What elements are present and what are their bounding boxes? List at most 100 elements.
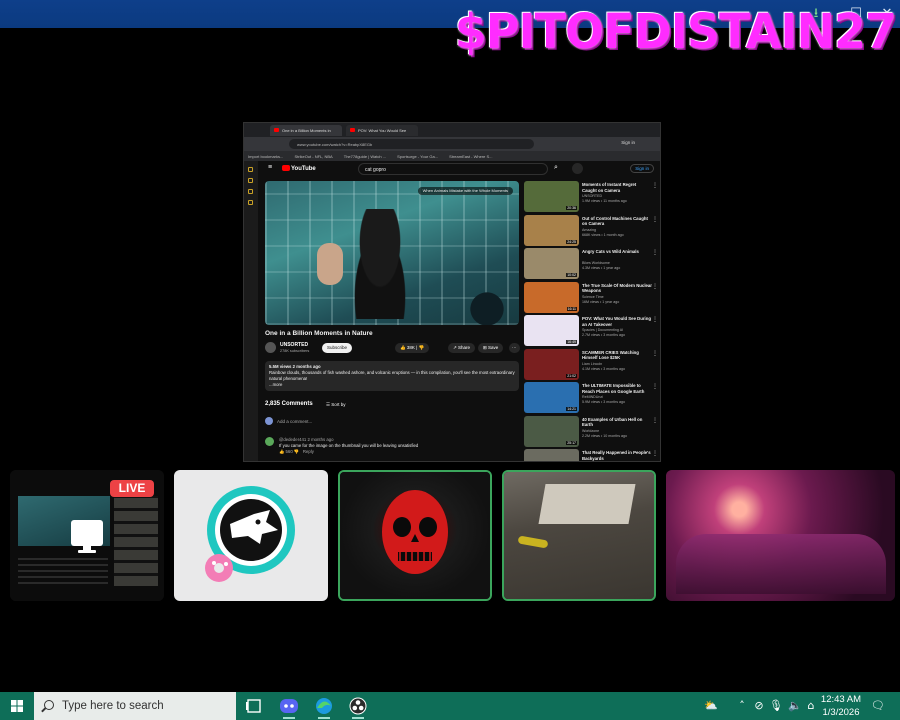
microphone-icon[interactable]: [572, 163, 583, 174]
recommendation-channel[interactable]: UNSORTED: [582, 194, 602, 198]
sidebar-icon[interactable]: [248, 189, 253, 194]
recommendation-title[interactable]: SCAMMER CRIES Watching Himself Lose $25K: [582, 350, 652, 361]
recommendation-title[interactable]: 40 Examples of Urban Hell on Earth: [582, 417, 652, 428]
browser-signin[interactable]: Sign in: [621, 140, 635, 145]
menu-icon[interactable]: ≡: [268, 164, 272, 171]
recommendation-channel[interactable]: Worldzone: [582, 429, 599, 433]
reply-button[interactable]: Reply: [303, 449, 314, 454]
recommendation-item[interactable]: That Really Happened in People's Backyar…: [524, 449, 660, 461]
recommendation-title[interactable]: Moments of Instant Regret Caught on Came…: [582, 182, 652, 193]
more-options-icon[interactable]: ⋮: [652, 249, 658, 256]
bookmark-item[interactable]: The778guide | Watch ...: [344, 154, 386, 159]
bookmark-item[interactable]: Sportsurge - Your Ga...: [397, 154, 438, 159]
more-options-icon[interactable]: ⋮: [652, 216, 658, 223]
save-button[interactable]: ⊞ Save: [478, 343, 504, 353]
more-options-icon[interactable]: ⋮: [652, 383, 658, 390]
browser-tab-1[interactable]: One in a Billion Moments in: [270, 125, 342, 136]
browser-tab-bar: One in a Billion Moments in POV: What Yo…: [244, 123, 660, 137]
taskbar-search-input[interactable]: Type here to search: [34, 692, 236, 720]
search-icon[interactable]: ⌕: [554, 164, 558, 172]
recommendation-title[interactable]: Angry Cats vs Wild Animals: [582, 249, 652, 255]
more-actions-button[interactable]: ⋯: [509, 343, 520, 353]
bookmark-item[interactable]: Import bookmarks...: [248, 154, 283, 159]
recommendation-thumbnail[interactable]: 25:17: [524, 415, 579, 447]
like-button[interactable]: 👍 38K | 👎: [395, 343, 430, 353]
youtube-logo[interactable]: YouTube: [282, 165, 316, 172]
recommendation-item[interactable]: 25:17 40 Examples of Urban Hell on Earth W…: [524, 415, 660, 450]
screen-share-window[interactable]: One in a Billion Moments in POV: What Yo…: [243, 122, 661, 462]
more-options-icon[interactable]: ⋮: [652, 283, 658, 290]
tile-avatar-user[interactable]: [174, 470, 328, 601]
url-field[interactable]: www.youtube.com/watch?v=ReabpX8EGb: [289, 139, 534, 149]
recommendation-item[interactable]: 24:25 Out of Control Machines Caught on C…: [524, 214, 660, 249]
recommendation-thumbnail[interactable]: 21:02: [524, 348, 579, 380]
channel-name[interactable]: UNSORTED: [280, 342, 308, 348]
save-label: Save: [488, 345, 499, 350]
weather-icon[interactable]: ⛅: [700, 692, 722, 720]
recommendation-views: 668K views • 1 month ago: [582, 232, 624, 237]
recommendation-title[interactable]: That Really Happened in People's Backyar…: [582, 450, 652, 461]
notifications-icon[interactable]: 🗨: [868, 692, 888, 720]
recommendation-item[interactable]: 20:36 Moments of Instant Regret Caught on…: [524, 181, 660, 215]
comment-like-count[interactable]: 560: [286, 449, 293, 454]
video-description[interactable]: 5.5M views 2 months ago Rainbow clouds, …: [265, 361, 519, 391]
start-button[interactable]: [0, 692, 34, 720]
recommendation-item[interactable]: 10:02 Angry Cats vs Wild Animals Bikes Wor…: [524, 248, 660, 282]
microphone-icon[interactable]: 🎙: [768, 692, 784, 720]
more-options-icon[interactable]: ⋮: [652, 450, 658, 457]
description-more[interactable]: ...more: [269, 382, 515, 388]
sidebar-icon[interactable]: [248, 200, 253, 205]
show-hidden-icons-chevron-icon[interactable]: ˄: [734, 692, 750, 720]
recommendation-thumbnail[interactable]: 16:11: [524, 281, 579, 313]
obs-taskbar-button[interactable]: [342, 692, 374, 720]
recommendation-title[interactable]: The ULTIMATE Impossible to Reach Places …: [582, 383, 652, 394]
youtube-search-input[interactable]: cat gopro: [358, 163, 548, 175]
recommendation-item[interactable]: 16:11 The True Scale Of Modern Nuclear We…: [524, 281, 660, 316]
recommendation-channel[interactable]: Liam Lincoln: [582, 362, 602, 366]
more-options-icon[interactable]: ⋮: [652, 350, 658, 357]
network-icon[interactable]: ⌂: [804, 692, 818, 720]
recommendation-channel[interactable]: ReMINDUnzi: [582, 395, 603, 399]
subscribe-button[interactable]: Subscribe: [322, 343, 352, 353]
sidebar-icon[interactable]: [248, 167, 253, 172]
recommendation-item[interactable]: 14:21 The ULTIMATE Impossible to Reach Pl…: [524, 382, 660, 416]
browser-tab-2[interactable]: POV: What You Would See: [346, 125, 418, 136]
recommendation-item[interactable]: 21:02 SCAMMER CRIES Watching Himself Lose…: [524, 348, 660, 383]
recommendation-thumbnail[interactable]: 24:25: [524, 214, 579, 246]
recommendation-thumbnail[interactable]: 14:21: [524, 382, 579, 413]
recommendation-channel[interactable]: Science Time: [582, 295, 604, 299]
tile-webcam-bedroom[interactable]: [666, 470, 895, 601]
recommendation-channel[interactable]: Bikes Worldsome: [582, 261, 610, 265]
volume-icon[interactable]: 🔈: [786, 692, 804, 720]
recommendation-title[interactable]: Out of Control Machines Caught on Camera: [582, 216, 652, 227]
recommendation-thumbnail[interactable]: [524, 449, 579, 461]
recommendation-thumbnail[interactable]: 20:36: [524, 181, 579, 212]
bookmark-item[interactable]: StreamEast - Where S...: [449, 154, 492, 159]
add-comment-field[interactable]: Add a comment...: [265, 417, 312, 425]
edge-taskbar-button[interactable]: [308, 692, 340, 720]
more-options-icon[interactable]: ⋮: [652, 182, 658, 189]
sort-by-button[interactable]: ☰ Sort by: [326, 402, 346, 408]
recommendation-channel[interactable]: Spacies | Documenting AI: [582, 328, 623, 332]
task-view-button[interactable]: [238, 692, 270, 720]
more-options-icon[interactable]: ⋮: [652, 316, 658, 323]
recommendation-title[interactable]: POV: What You Would See During an AI Tak…: [582, 316, 652, 327]
network-muted-icon[interactable]: ⊘: [750, 692, 768, 720]
share-button[interactable]: ↗ Share: [448, 343, 476, 353]
video-info-card[interactable]: When Animals Mistake with the Whole Mome…: [417, 187, 513, 195]
recommendation-thumbnail[interactable]: 10:02: [524, 248, 579, 279]
recommendation-channel[interactable]: Amazing: [582, 228, 596, 232]
system-clock[interactable]: 12:43 AM 1/3/2026: [818, 693, 864, 719]
video-player[interactable]: When Animals Mistake with the Whole Mome…: [265, 181, 519, 325]
recommendation-title[interactable]: The True Scale Of Modern Nuclear Weapons: [582, 283, 652, 294]
youtube-signin-button[interactable]: Sign in: [630, 164, 654, 173]
tile-webcam-room[interactable]: [502, 470, 656, 601]
recommendation-thumbnail[interactable]: 16:49: [524, 315, 579, 346]
channel-avatar[interactable]: [265, 342, 276, 353]
tile-webcam-skull[interactable]: [338, 470, 492, 601]
discord-taskbar-button[interactable]: [273, 692, 305, 720]
sidebar-icon[interactable]: [248, 178, 253, 183]
bookmark-item[interactable]: StrikeOut - NFL, NBA: [294, 154, 332, 159]
more-options-icon[interactable]: ⋮: [652, 417, 658, 424]
recommendation-item[interactable]: 16:49 POV: What You Would See During an A…: [524, 315, 660, 349]
